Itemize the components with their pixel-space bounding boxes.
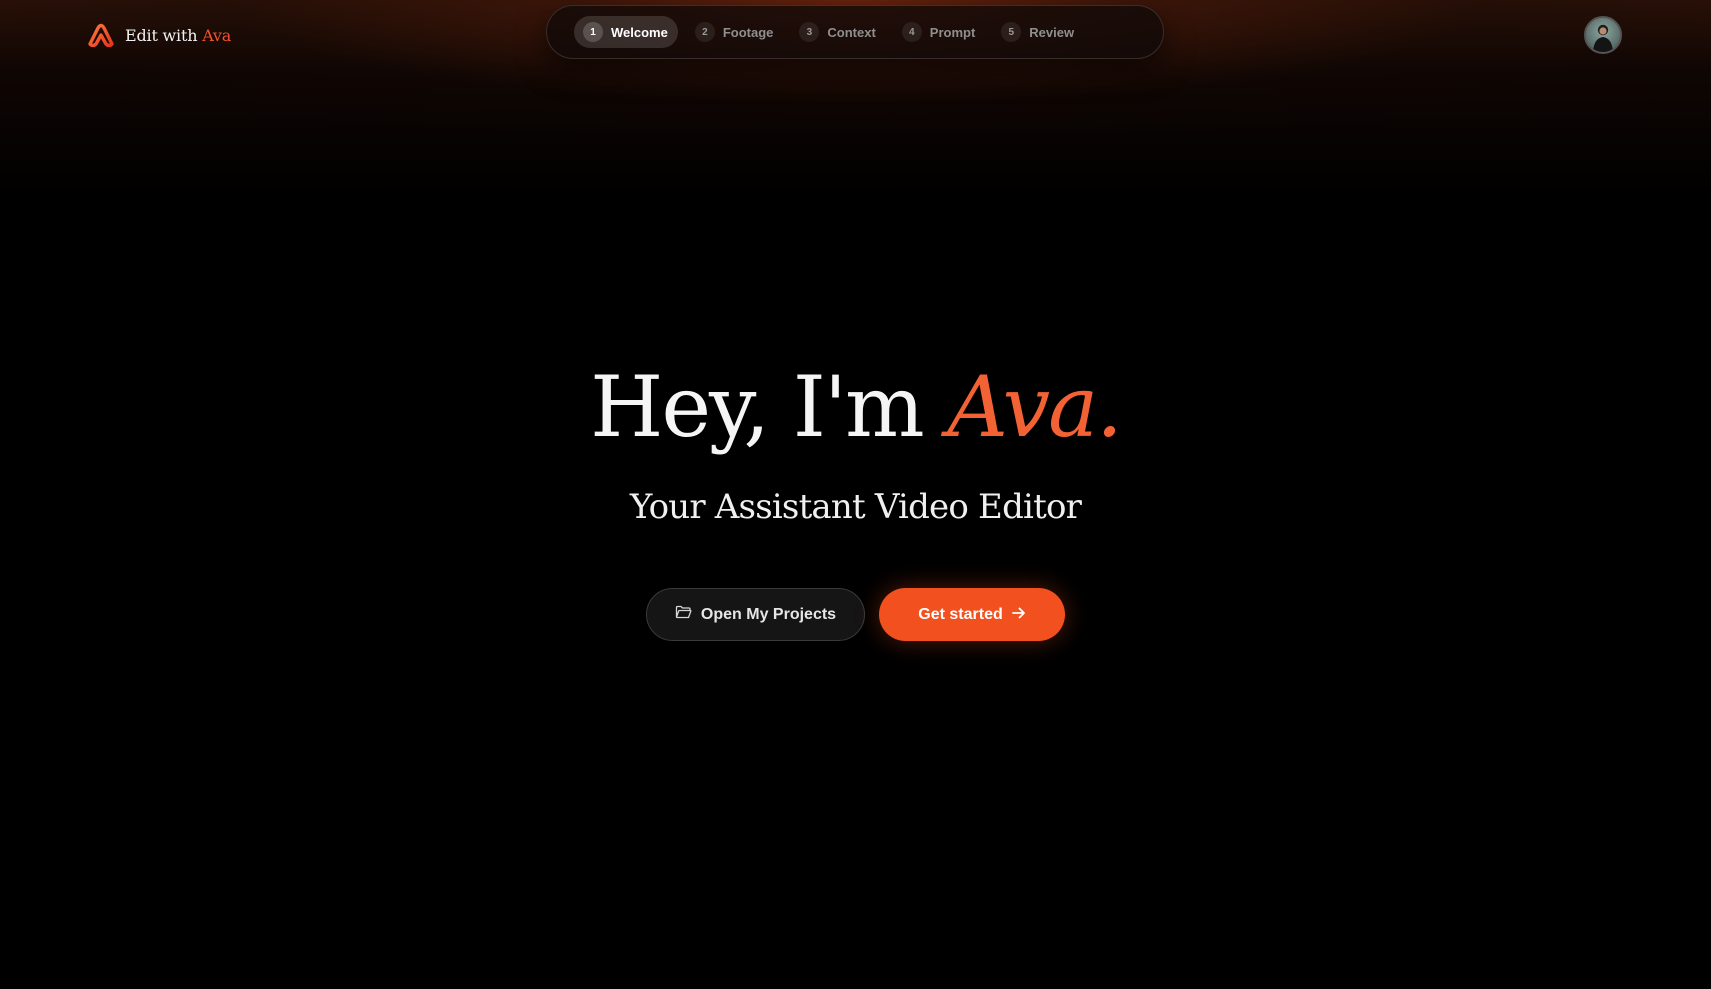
get-started-button[interactable]: Get started [879,588,1065,641]
step-label: Prompt [929,24,976,40]
step-number: 5 [1001,22,1022,42]
open-projects-label: Open My Projects [700,605,837,623]
step-review[interactable]: 5 Review [992,16,1083,48]
step-number: 3 [799,22,820,42]
hero-subtitle: Your Assistant Video Editor [629,487,1082,527]
step-label: Review [1029,24,1075,40]
step-welcome[interactable]: 1 Welcome [574,16,678,48]
step-context[interactable]: 3 Context [790,16,884,48]
folder-icon [675,605,692,624]
hero-title: Hey, I'm Ava. [0,352,1711,462]
hero-title-prefix: Hey, I'm [590,358,925,456]
arrow-right-icon [1011,606,1026,624]
brand-prefix: Edit with [125,25,198,45]
get-started-label: Get started [918,605,1003,623]
step-number: 2 [694,22,715,42]
brand-name: Edit with Ava [125,26,231,45]
person-icon [1593,24,1613,52]
brand-accent: Ava [202,25,232,45]
hero-title-name: Ava. [947,358,1122,456]
ava-logo-icon [87,23,115,47]
step-label: Context [827,24,876,40]
step-footage[interactable]: 2 Footage [686,16,783,48]
step-number: 1 [583,22,603,42]
open-projects-button[interactable]: Open My Projects [646,588,865,641]
step-prompt[interactable]: 4 Prompt [893,16,985,48]
step-number: 4 [901,22,922,42]
brand-logo[interactable]: Edit with Ava [87,20,231,50]
step-label: Welcome [611,24,668,40]
wizard-stepper: 1 Welcome 2 Footage 3 Context 4 Prompt 5… [546,5,1164,59]
step-label: Footage [722,24,774,40]
user-avatar[interactable] [1584,16,1622,54]
